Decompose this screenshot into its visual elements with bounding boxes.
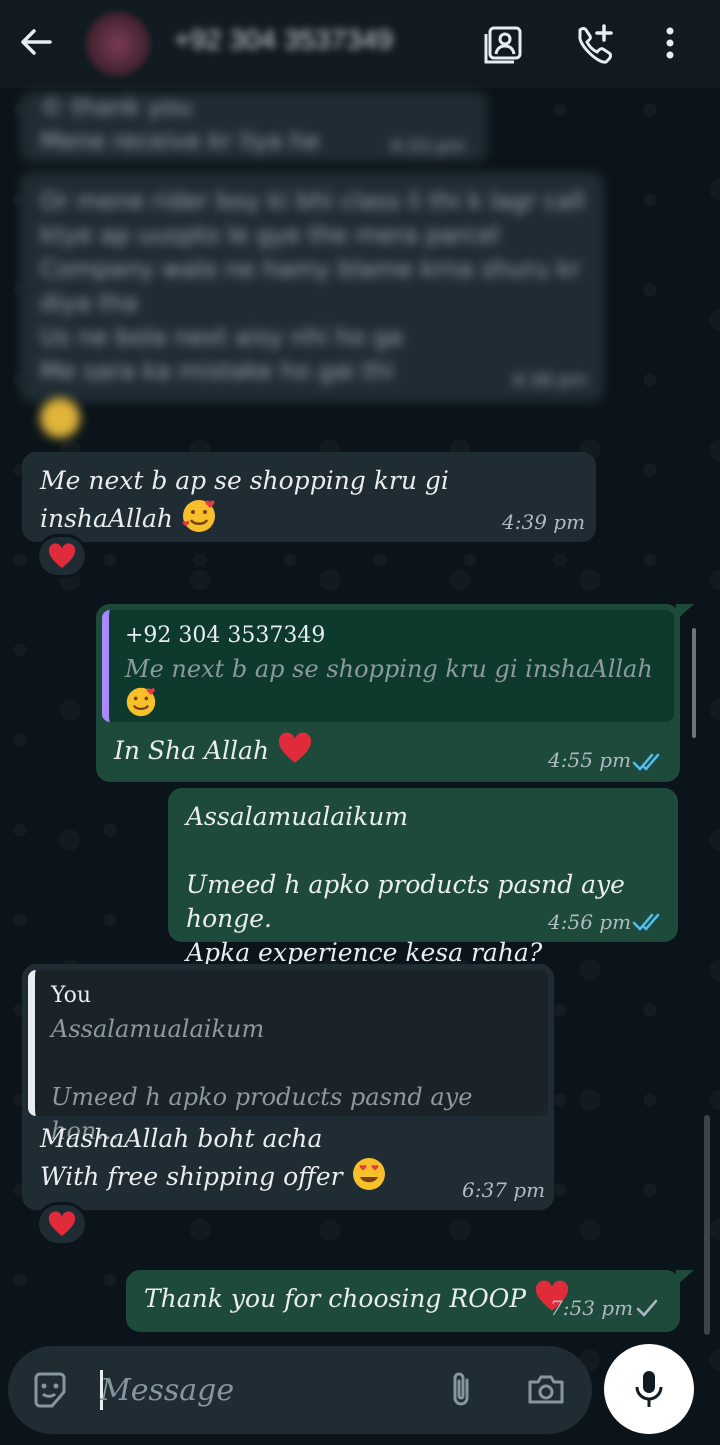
chat-header: +92 304 3537349 [0, 0, 720, 88]
message-line: With free shipping offer [40, 1162, 343, 1191]
quote-author: +92 304 3537349 [125, 623, 326, 648]
message-text: Thank you for choosing ROOP [144, 1284, 527, 1313]
heart-reaction[interactable] [36, 1202, 88, 1246]
quote-text: Me next b ap se shopping kru gi inshaAll… [125, 655, 653, 683]
scrollbar-track[interactable] [704, 1115, 710, 1335]
bubble-tail [676, 1270, 694, 1286]
smiling-hearts-emoji [125, 686, 157, 722]
double-check-icon [632, 753, 660, 771]
contact-name[interactable]: +92 304 3537349 [174, 24, 393, 56]
message-time: 7:53 pm [550, 1296, 634, 1320]
blurred-message-1: © thank you Mene receive kr liya he 4:33… [20, 92, 490, 164]
mic-icon [635, 1371, 663, 1407]
message-time: 4:55 pm [548, 748, 632, 772]
message-line: MashaAllah boht acha [40, 1124, 323, 1153]
message-composer [8, 1346, 592, 1434]
single-check-icon [636, 1299, 658, 1317]
message-time: 6:37 pm [462, 1178, 546, 1202]
scrollbar-thumb[interactable] [692, 628, 696, 738]
sticker-icon[interactable] [30, 1370, 70, 1410]
message-line: Assalamualaikum [186, 802, 409, 831]
heart-eyes-emoji [351, 1156, 387, 1201]
heart-emoji [277, 732, 313, 773]
contact-avatar[interactable] [86, 12, 150, 76]
message-text-block: MashaAllah boht acha With free shipping … [22, 1122, 405, 1201]
quote-author: You [51, 983, 92, 1008]
blurred-emoji [40, 398, 84, 442]
back-arrow-icon[interactable] [16, 22, 56, 62]
message-time: 4:56 pm [548, 910, 632, 934]
call-add-icon[interactable] [572, 22, 616, 66]
quoted-message[interactable]: You Assalamualaikum Umeed h apko product… [28, 970, 548, 1145]
bubble-tail [676, 604, 694, 620]
smiling-hearts-emoji [181, 498, 217, 543]
message-input[interactable] [100, 1366, 420, 1414]
message-text: Me next b ap se shopping kru gi inshaAll… [40, 466, 449, 533]
heart-reaction[interactable] [36, 534, 88, 578]
more-vert-icon[interactable] [650, 22, 694, 66]
double-check-icon [632, 913, 660, 931]
message-time: 4:39 pm [502, 510, 586, 534]
message-text-row: In Sha Allah [96, 728, 331, 777]
mic-button[interactable] [604, 1344, 694, 1434]
blurred-message-2: Or mene rider boy ki bhi class li thi k … [20, 172, 606, 404]
quote-text: Assalamualaikum [51, 1015, 265, 1043]
message-text: In Sha Allah [114, 736, 270, 765]
camera-icon[interactable] [524, 1368, 568, 1412]
contact-card-icon[interactable] [482, 22, 526, 66]
quoted-message[interactable]: +92 304 3537349 Me next b ap se shopping… [102, 610, 674, 722]
attach-icon[interactable] [440, 1368, 484, 1412]
